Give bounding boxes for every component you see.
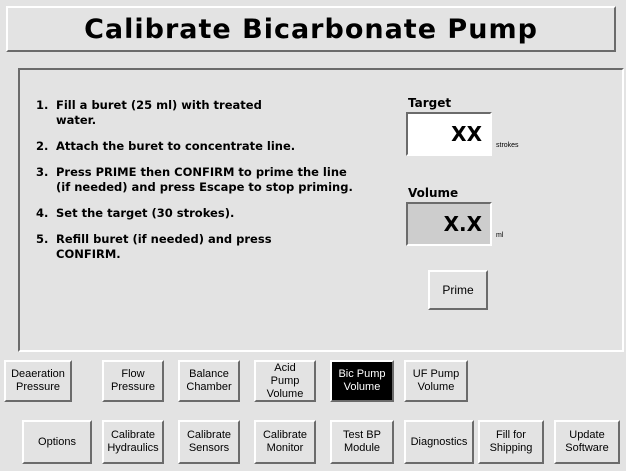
tab-label-line2: Monitor <box>266 442 304 454</box>
target-unit: strokes <box>496 142 519 149</box>
tab-acid-pump-volume[interactable]: Acid Pump Volume <box>254 360 316 402</box>
tab-bic-pump-volume[interactable]: Bic Pump Volume <box>330 360 394 402</box>
tab-label-line1: Calibrate <box>262 429 308 441</box>
tab-uf-pump-volume[interactable]: UF Pump Volume <box>404 360 468 402</box>
step-text: Set the target (30 strokes). <box>56 206 235 220</box>
prime-button[interactable]: Prime <box>428 270 488 310</box>
tab-label-line2: Software <box>565 442 609 454</box>
instruction-step: 5. Refill buret (if needed) and press CO… <box>36 232 366 262</box>
volume-field: X.X <box>406 202 492 246</box>
instruction-step: 3. Press PRIME then CONFIRM to prime the… <box>36 165 366 195</box>
step-number: 3. <box>36 165 49 179</box>
tab-label-line1: Test BP <box>343 429 381 441</box>
tab-label-line1: Update <box>569 429 605 441</box>
tab-label-line2: Hydraulics <box>107 442 159 454</box>
page-title: Calibrate Bicarbonate Pump <box>84 13 538 45</box>
tab-label-line1: Deaeration <box>11 368 65 380</box>
volume-unit: ml <box>496 232 504 239</box>
tab-label-line2: Volume <box>266 387 304 400</box>
tab-label-line1: Calibrate <box>110 429 156 441</box>
tab-label-line1: Options <box>38 435 76 448</box>
tab-diagnostics[interactable]: Diagnostics <box>404 420 474 464</box>
tab-label-line1: Bic Pump <box>338 368 386 380</box>
tab-fill-for-shipping[interactable]: Fill for Shipping <box>478 420 544 464</box>
instruction-step: 4. Set the target (30 strokes). <box>36 206 366 221</box>
tab-label-line1: UF Pump <box>412 368 460 380</box>
tab-label-line2: Volume <box>343 381 381 393</box>
instruction-step: 1. Fill a buret (25 ml) with treated wat… <box>36 98 366 128</box>
target-field[interactable]: XX <box>406 112 492 156</box>
instruction-step: 2. Attach the buret to concentrate line. <box>36 139 366 154</box>
step-text: Fill a buret (25 ml) with treated water. <box>56 98 262 127</box>
tab-calibrate-monitor[interactable]: Calibrate Monitor <box>254 420 316 464</box>
main-menu-tabs: Options Calibrate Hydraulics Calibrate S… <box>0 412 626 471</box>
instructions-panel: 1. Fill a buret (25 ml) with treated wat… <box>18 68 624 352</box>
step-text: Attach the buret to concentrate line. <box>56 139 296 153</box>
calibrate-hydraulics-tabs: Deaeration Pressure Flow Pressure Balanc… <box>0 352 626 412</box>
tab-update-software[interactable]: Update Software <box>554 420 620 464</box>
tab-label-line2: Sensors <box>188 442 230 454</box>
tab-calibrate-sensors[interactable]: Calibrate Sensors <box>178 420 240 464</box>
tab-calibrate-hydraulics[interactable]: Calibrate Hydraulics <box>102 420 164 464</box>
target-label: Target <box>408 96 452 110</box>
step-number: 4. <box>36 206 49 220</box>
tab-label-line1: Fill for <box>496 429 526 441</box>
tab-label-line1: Flow <box>121 368 145 380</box>
tab-balance-chamber[interactable]: Balance Chamber <box>178 360 240 402</box>
step-number: 2. <box>36 139 49 153</box>
tab-label-line1: Calibrate <box>186 429 232 441</box>
tab-label-line2: Shipping <box>489 442 533 454</box>
step-number: 5. <box>36 232 49 246</box>
tab-label-line1: Acid Pump <box>270 361 300 387</box>
tab-label-line2: Module <box>343 442 381 454</box>
tab-label-line1: Balance <box>189 368 229 380</box>
instruction-list: 1. Fill a buret (25 ml) with treated wat… <box>36 98 366 273</box>
tab-label-line2: Chamber <box>186 381 232 393</box>
tab-label-line2: Pressure <box>15 381 61 393</box>
step-number: 1. <box>36 98 49 112</box>
tab-deaeration-pressure[interactable]: Deaeration Pressure <box>4 360 72 402</box>
tab-test-bp-module[interactable]: Test BP Module <box>330 420 394 464</box>
tab-label-line2: Pressure <box>110 381 156 393</box>
tab-flow-pressure[interactable]: Flow Pressure <box>102 360 164 402</box>
tab-label-line2: Volume <box>417 381 455 393</box>
title-bar: Calibrate Bicarbonate Pump <box>6 6 616 52</box>
step-text: Refill buret (if needed) and press CONFI… <box>56 232 272 261</box>
volume-label: Volume <box>408 186 459 200</box>
tab-options[interactable]: Options <box>22 420 92 464</box>
tab-label-line1: Diagnostics <box>410 435 468 448</box>
step-text: Press PRIME then CONFIRM to prime the li… <box>56 165 353 194</box>
